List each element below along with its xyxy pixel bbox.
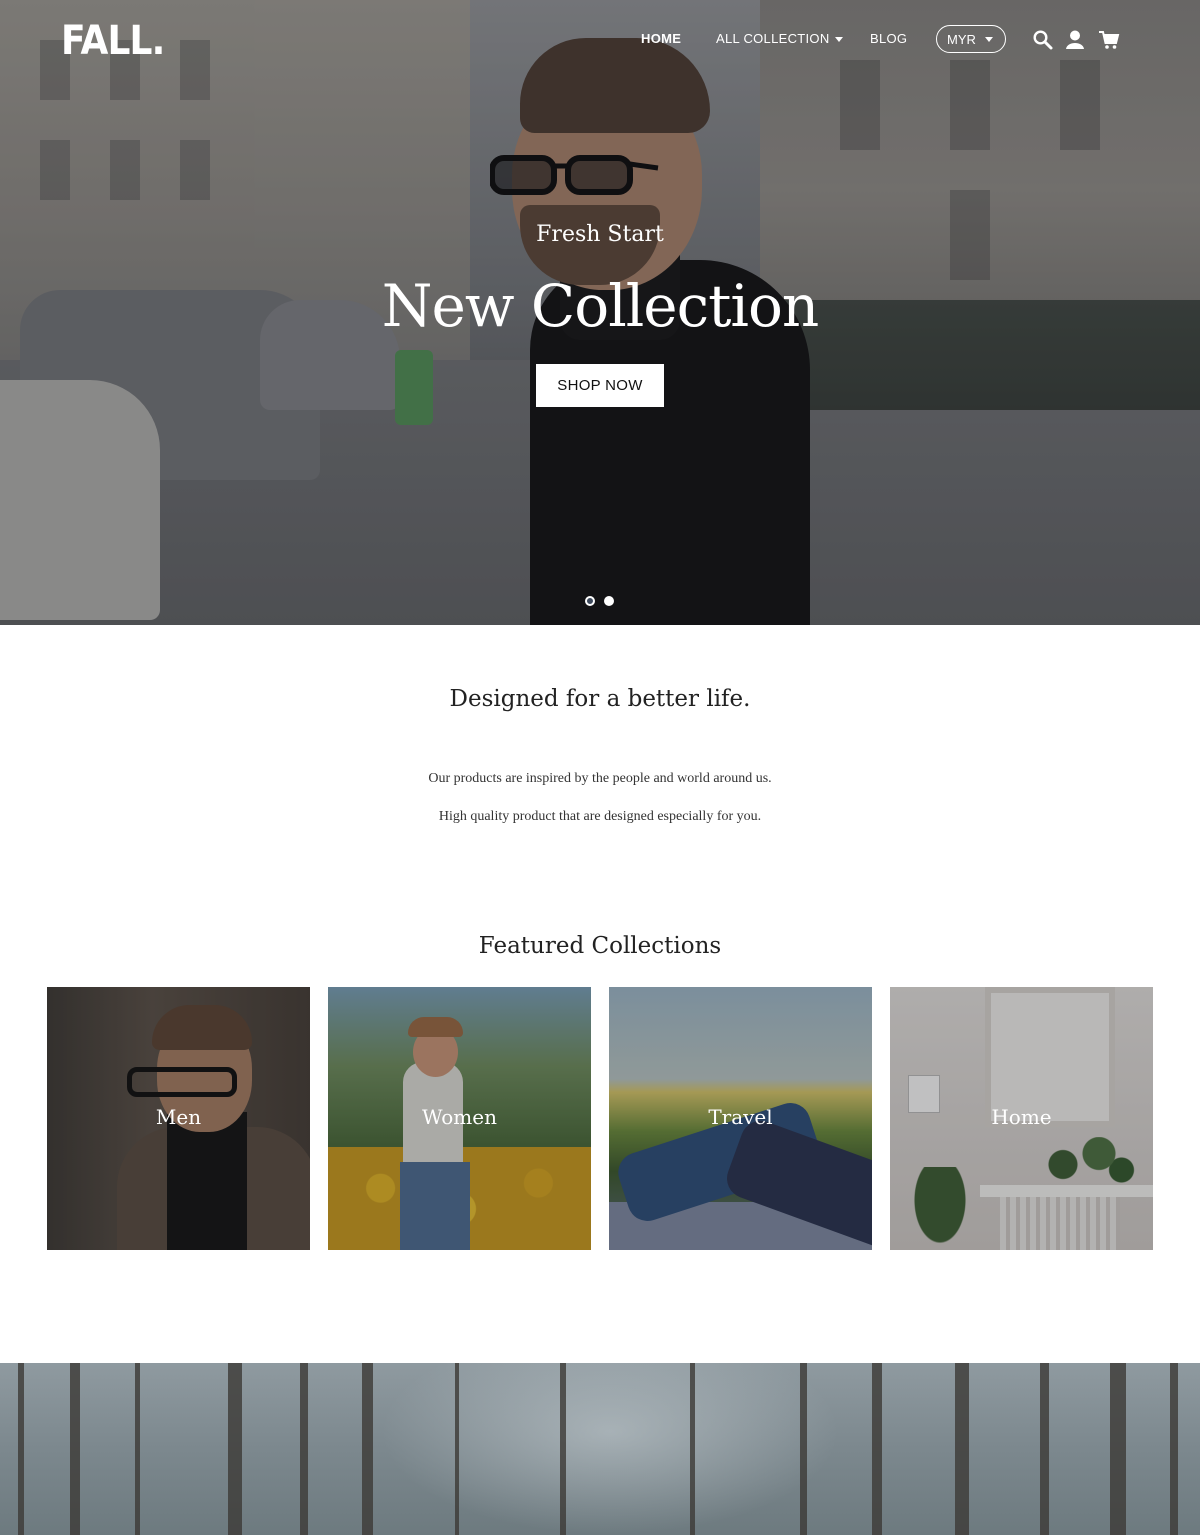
nav-all-collection-label: ALL COLLECTION (716, 31, 830, 46)
search-icon[interactable] (1032, 29, 1054, 51)
collection-tile-home[interactable]: Home (890, 987, 1153, 1250)
slide-dot-2[interactable] (604, 596, 614, 606)
account-icon[interactable] (1064, 29, 1086, 51)
hero-title: New Collection (381, 272, 820, 340)
currency-selector[interactable]: MYR (936, 25, 1006, 53)
nav-blog[interactable]: BLOG (870, 31, 907, 46)
cart-icon[interactable] (1098, 29, 1120, 51)
forest-banner (0, 1363, 1200, 1535)
intro-text-line-1: Our products are inspired by the people … (428, 771, 772, 786)
collection-tile-women[interactable]: Women (328, 987, 591, 1250)
shop-now-button[interactable]: SHOP NOW (536, 364, 664, 407)
collection-label: Travel (708, 1105, 773, 1129)
intro-heading: Designed for a better life. (449, 686, 751, 712)
slide-dot-1[interactable] (585, 596, 595, 606)
nav-all-collection[interactable]: ALL COLLECTION (716, 31, 843, 46)
chevron-down-icon (985, 37, 993, 42)
nav-home[interactable]: HOME (641, 31, 681, 46)
collection-tile-travel[interactable]: Travel (609, 987, 872, 1250)
intro-text-line-2: High quality product that are designed e… (438, 809, 762, 824)
chevron-down-icon (834, 37, 843, 43)
collection-label: Home (991, 1105, 1052, 1129)
collection-label: Men (155, 1105, 202, 1129)
collection-label: Women (422, 1105, 497, 1129)
hero-slider: FALL. HOME ALL COLLECTION BLOG MYR Fresh… (0, 0, 1200, 625)
hero-subtitle: Fresh Start (536, 222, 664, 247)
featured-collections-heading: Featured Collections (478, 933, 722, 959)
site-logo[interactable]: FALL. (61, 18, 165, 64)
currency-value: MYR (947, 32, 976, 47)
collection-tile-men[interactable]: Men (47, 987, 310, 1250)
